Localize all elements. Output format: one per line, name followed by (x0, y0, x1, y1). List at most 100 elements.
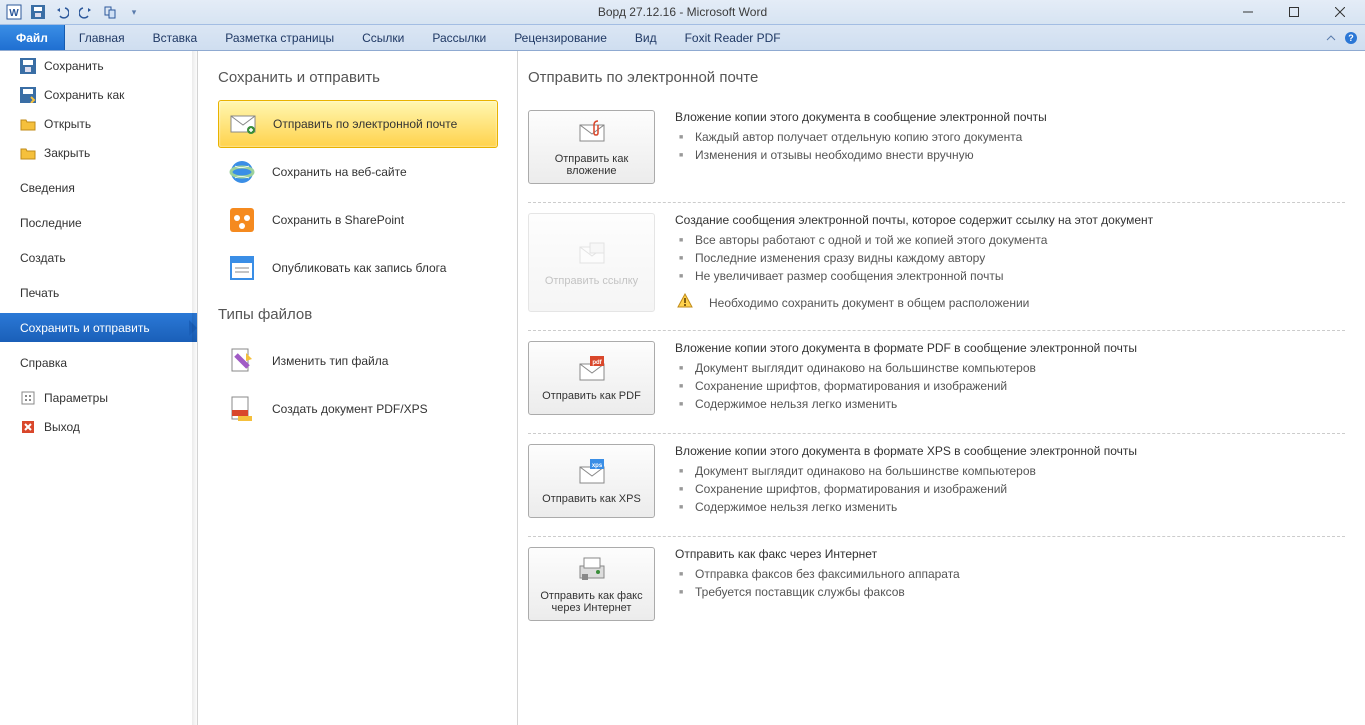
pdf-icon: pdf (576, 354, 608, 386)
close-doc-icon (20, 145, 36, 161)
changetype-icon (228, 347, 256, 375)
bullet: Требуется поставщик службы факсов (675, 583, 1345, 601)
button-send-attachment[interactable]: Отправить как вложение (528, 110, 655, 184)
window-controls (1235, 3, 1365, 21)
tab-review[interactable]: Рецензирование (500, 25, 621, 50)
option-label: Сохранить на веб-сайте (272, 165, 407, 179)
sidebar-item-save-as[interactable]: Сохранить как (0, 80, 197, 109)
desc-title: Вложение копии этого документа в сообщен… (675, 110, 1345, 124)
word-app-icon[interactable]: W (4, 2, 24, 22)
warning-row: Необходимо сохранить документ в общем ра… (675, 293, 1345, 312)
desc-area: Вложение копии этого документа в формате… (675, 444, 1345, 518)
minimize-button[interactable] (1235, 3, 1261, 21)
mail-icon (229, 110, 257, 138)
bullet: Все авторы работают с одной и той же коп… (675, 231, 1345, 249)
bullet: Отправка факсов без факсимильного аппара… (675, 565, 1345, 583)
option-label: Отправить по электронной почте (273, 117, 457, 131)
save-icon (20, 58, 36, 74)
button-label: Отправить ссылку (545, 275, 638, 287)
desc-title: Отправить как факс через Интернет (675, 547, 1345, 561)
tab-references[interactable]: Ссылки (348, 25, 418, 50)
tab-foxit-pdf[interactable]: Foxit Reader PDF (671, 25, 795, 50)
tab-insert[interactable]: Вставка (139, 25, 212, 50)
minimize-ribbon-icon[interactable] (1323, 30, 1339, 46)
xps-icon: xps (576, 457, 608, 489)
sharepoint-icon (228, 206, 256, 234)
sidebar-item-save-send[interactable]: Сохранить и отправить (0, 313, 197, 342)
blog-icon (228, 254, 256, 282)
qat-customize-dropdown[interactable]: ▾ (124, 2, 144, 22)
file-tab[interactable]: Файл (0, 25, 65, 50)
globe-icon (228, 158, 256, 186)
option-label: Изменить тип файла (272, 354, 388, 368)
sidebar-item-recent[interactable]: Последние (0, 208, 197, 237)
quick-access-toolbar: W ▾ (0, 2, 144, 22)
sidebar-item-exit[interactable]: Выход (0, 412, 197, 441)
open-icon (20, 116, 36, 132)
option-change-file-type[interactable]: Изменить тип файла (218, 337, 498, 385)
sidebar-item-info[interactable]: Сведения (0, 173, 197, 202)
redo-icon[interactable] (76, 2, 96, 22)
button-send-fax[interactable]: Отправить как факс через Интернет (528, 547, 655, 621)
button-label: Отправить как факс через Интернет (533, 590, 650, 614)
tab-mailings[interactable]: Рассылки (418, 25, 500, 50)
maximize-button[interactable] (1281, 3, 1307, 21)
block-send-fax: Отправить как факс через Интернет Отправ… (528, 537, 1345, 639)
tab-page-layout[interactable]: Разметка страницы (211, 25, 348, 50)
desc-title: Вложение копии этого документа в формате… (675, 341, 1345, 355)
pdfxps-icon (228, 395, 256, 423)
sidebar-item-new[interactable]: Создать (0, 243, 197, 272)
close-button[interactable] (1327, 3, 1353, 21)
desc-title: Вложение копии этого документа в формате… (675, 444, 1345, 458)
desc-area: Создание сообщения электронной почты, ко… (675, 213, 1345, 312)
sidebar-item-open[interactable]: Открыть (0, 109, 197, 138)
desc-area: Вложение копии этого документа в сообщен… (675, 110, 1345, 184)
svg-text:xps: xps (591, 463, 602, 469)
option-save-web[interactable]: Сохранить на веб-сайте (218, 148, 498, 196)
tab-view[interactable]: Вид (621, 25, 671, 50)
svg-text:W: W (9, 8, 19, 19)
sidebar-label: Справка (20, 356, 67, 370)
sidebar-item-print[interactable]: Печать (0, 278, 197, 307)
bullet: Каждый автор получает отдельную копию эт… (675, 128, 1345, 146)
svg-text:pdf: pdf (592, 360, 602, 366)
sidebar-label: Параметры (44, 391, 108, 405)
option-send-email[interactable]: Отправить по электронной почте (218, 100, 498, 148)
saveas-icon (20, 87, 36, 103)
options-icon (20, 390, 36, 406)
sidebar-label: Печать (20, 286, 59, 300)
backstage-sidebar: Сохранить Сохранить как Открыть Закрыть … (0, 51, 198, 725)
panel-heading: Отправить по электронной почте (528, 69, 1345, 86)
qat-extra-icon[interactable] (100, 2, 120, 22)
help-icon[interactable]: ? (1343, 30, 1359, 46)
undo-icon[interactable] (52, 2, 72, 22)
bullet: Изменения и отзывы необходимо внести вру… (675, 146, 1345, 164)
sidebar-label: Открыть (44, 117, 91, 131)
button-send-link: Отправить ссылку (528, 213, 655, 312)
option-create-pdf-xps[interactable]: Создать документ PDF/XPS (218, 385, 498, 433)
titlebar: W ▾ Ворд 27.12.16 - Microsoft Word (0, 0, 1365, 25)
sidebar-item-save[interactable]: Сохранить (0, 51, 197, 80)
attach-icon (576, 117, 608, 149)
save-icon[interactable] (28, 2, 48, 22)
sidebar-item-options[interactable]: Параметры (0, 383, 197, 412)
sidebar-item-close[interactable]: Закрыть (0, 138, 197, 167)
sidebar-label: Выход (44, 420, 80, 434)
sidebar-label: Сохранить (44, 59, 104, 73)
desc-area: Отправить как факс через Интернет Отправ… (675, 547, 1345, 621)
button-send-xps[interactable]: xps Отправить как XPS (528, 444, 655, 518)
block-send-attachment: Отправить как вложение Вложение копии эт… (528, 100, 1345, 203)
button-send-pdf[interactable]: pdf Отправить как PDF (528, 341, 655, 415)
bullet: Не увеличивает размер сообщения электрон… (675, 267, 1345, 285)
block-send-pdf: pdf Отправить как PDF Вложение копии это… (528, 331, 1345, 434)
option-save-sharepoint[interactable]: Сохранить в SharePoint (218, 196, 498, 244)
button-label: Отправить как вложение (533, 153, 650, 177)
sidebar-item-help[interactable]: Справка (0, 348, 197, 377)
option-publish-blog[interactable]: Опубликовать как запись блога (218, 244, 498, 292)
window-title: Ворд 27.12.16 - Microsoft Word (598, 5, 767, 19)
option-label: Создать документ PDF/XPS (272, 402, 428, 416)
bullet: Сохранение шрифтов, форматирования и изо… (675, 480, 1345, 498)
sidebar-label: Сохранить и отправить (20, 321, 150, 335)
button-label: Отправить как XPS (542, 493, 641, 505)
tab-home[interactable]: Главная (65, 25, 139, 50)
